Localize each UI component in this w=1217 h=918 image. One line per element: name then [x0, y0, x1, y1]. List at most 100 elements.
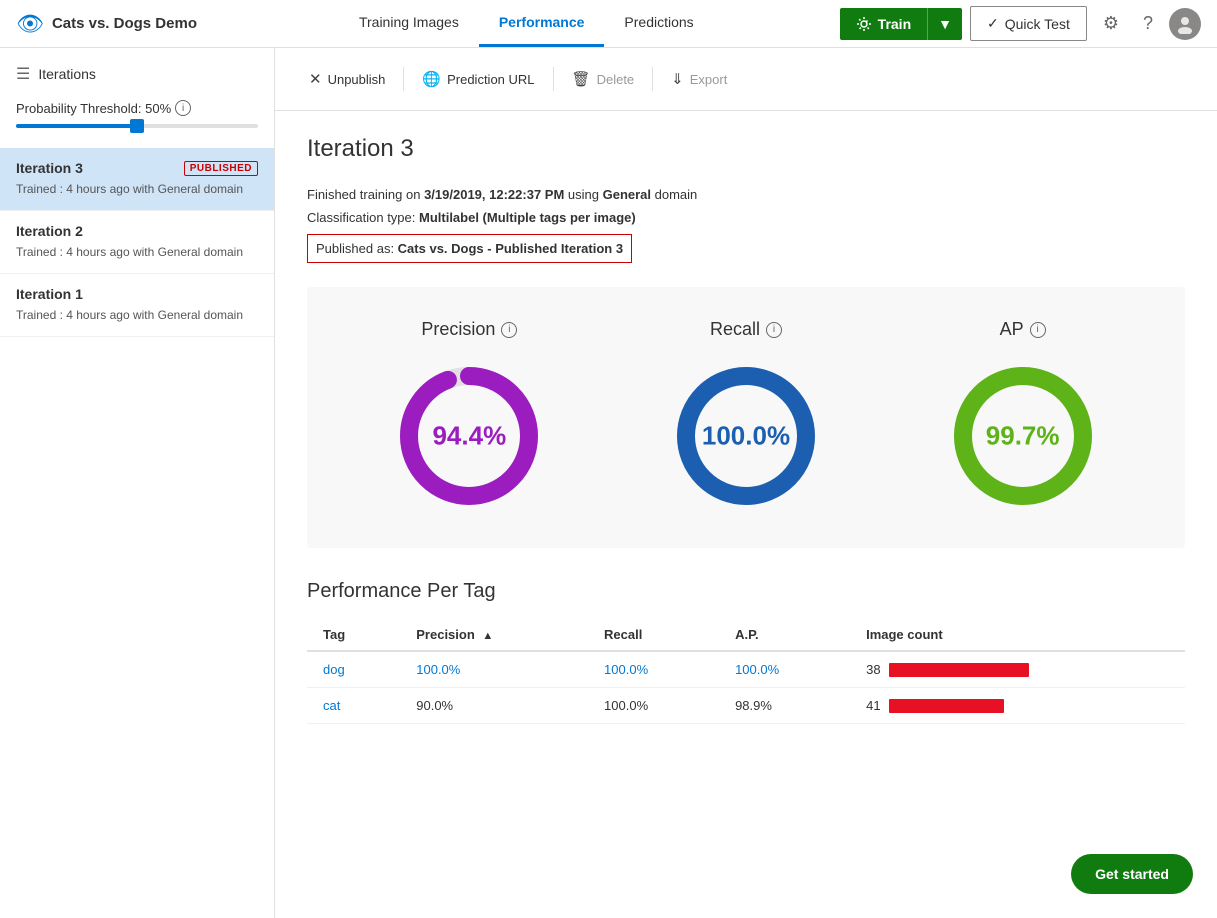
precision-value: 94.4% — [432, 421, 506, 452]
toolbar-divider-1 — [403, 67, 404, 91]
iteration-3-detail: Trained : 4 hours ago with General domai… — [16, 180, 258, 198]
col-ap: A.P. — [719, 619, 850, 651]
slider-thumb[interactable] — [130, 119, 144, 133]
iteration-item-2[interactable]: Iteration 2 Trained : 4 hours ago with G… — [0, 211, 274, 274]
precision-donut: 94.4% — [389, 356, 549, 516]
slider-fill — [16, 124, 137, 128]
metric-ap: AP i 99.7% — [943, 319, 1103, 516]
iterations-label: Iterations — [38, 66, 96, 82]
avatar[interactable] — [1169, 8, 1201, 40]
help-button[interactable]: ? — [1135, 9, 1161, 38]
count-dog-cell: 38 — [866, 662, 1169, 677]
settings-icon — [856, 16, 872, 32]
ap-dog: 100.0% — [719, 651, 850, 688]
iteration-meta: Finished training on 3/19/2019, 12:22:37… — [307, 183, 1185, 263]
count-cat-cell: 41 — [866, 698, 1169, 713]
iteration-2-name: Iteration 2 — [16, 223, 83, 239]
iteration-2-detail: Trained : 4 hours ago with General domai… — [16, 243, 258, 261]
slider-track — [16, 124, 258, 128]
col-precision[interactable]: Precision ▲ — [400, 619, 588, 651]
meta-line-1: Finished training on 3/19/2019, 12:22:37… — [307, 183, 1185, 206]
probability-section: Probability Threshold: 50% i — [0, 92, 274, 148]
iteration-3-header: Iteration 3 PUBLISHED — [16, 160, 258, 176]
app-header: 👁 Cats vs. Dogs Demo Training Images Per… — [0, 0, 1217, 48]
metric-recall: Recall i 100.0% — [666, 319, 826, 516]
iteration-3-name: Iteration 3 — [16, 160, 83, 176]
nav-tabs: Training Images Performance Predictions — [229, 0, 824, 47]
tag-cat: cat — [307, 688, 400, 724]
tag-dog-link[interactable]: dog — [323, 662, 345, 677]
recall-label: Recall i — [710, 319, 782, 340]
tag-dog: dog — [307, 651, 400, 688]
iteration-item-1[interactable]: Iteration 1 Trained : 4 hours ago with G… — [0, 274, 274, 337]
precision-label: Precision i — [421, 319, 517, 340]
logo-area: 👁 Cats vs. Dogs Demo — [16, 11, 197, 37]
iteration-1-name: Iteration 1 — [16, 286, 83, 302]
toolbar-divider-3 — [652, 67, 653, 91]
content-area: Iteration 3 Finished training on 3/19/20… — [275, 111, 1217, 918]
probability-info-icon[interactable]: i — [175, 100, 191, 116]
iteration-2-header: Iteration 2 — [16, 223, 258, 239]
train-button-main[interactable]: Train — [840, 8, 927, 40]
section-title-perf-per-tag: Performance Per Tag — [307, 580, 1185, 603]
prediction-url-button[interactable]: 🌐 Prediction URL — [412, 64, 544, 94]
ap-info-icon[interactable]: i — [1030, 322, 1046, 338]
ap-label: AP i — [1000, 319, 1046, 340]
col-image-count: Image count — [850, 619, 1185, 651]
quick-test-button[interactable]: ✓ Quick Test — [970, 6, 1087, 41]
delete-button[interactable]: 🗑 Delete — [562, 64, 645, 94]
export-button[interactable]: ⇓ Export — [661, 64, 737, 94]
precision-info-icon[interactable]: i — [501, 322, 517, 338]
trash-icon: 🗑 — [572, 70, 591, 88]
iteration-1-detail: Trained : 4 hours ago with General domai… — [16, 306, 258, 324]
iteration-item-3[interactable]: Iteration 3 PUBLISHED Trained : 4 hours … — [0, 148, 274, 211]
recall-info-icon[interactable]: i — [766, 322, 782, 338]
metrics-card: Precision i 94.4% Recall — [307, 287, 1185, 548]
checkmark-icon: ✓ — [987, 15, 999, 32]
count-cat: 41 — [850, 688, 1185, 724]
unpublish-button[interactable]: ✕ Unpublish — [299, 64, 395, 94]
recall-donut: 100.0% — [666, 356, 826, 516]
published-info-box: Published as: Cats vs. Dogs - Published … — [307, 230, 1185, 263]
table-header-row: Tag Precision ▲ Recall A.P. Image count — [307, 619, 1185, 651]
sort-icon: ▲ — [482, 630, 493, 642]
get-started-button[interactable]: Get started — [1071, 854, 1193, 894]
header-actions: Train ▼ ✓ Quick Test ⚙ ? — [840, 6, 1201, 41]
sidebar: ☰ Iterations Probability Threshold: 50% … — [0, 48, 275, 918]
main-layout: ☰ Iterations Probability Threshold: 50% … — [0, 48, 1217, 918]
close-icon: ✕ — [309, 70, 322, 88]
settings-button[interactable]: ⚙ — [1095, 9, 1127, 38]
published-info-text: Published as: Cats vs. Dogs - Published … — [307, 234, 632, 263]
count-dog: 38 — [850, 651, 1185, 688]
train-label: Train — [878, 16, 911, 32]
sidebar-header: ☰ Iterations — [0, 48, 274, 92]
tab-performance[interactable]: Performance — [479, 0, 605, 47]
probability-slider[interactable] — [16, 124, 258, 128]
main-content: ✕ Unpublish 🌐 Prediction URL 🗑 Delete ⇓ … — [275, 48, 1217, 918]
tab-predictions[interactable]: Predictions — [604, 0, 713, 47]
tag-cat-link[interactable]: cat — [323, 698, 340, 713]
published-badge: PUBLISHED — [184, 161, 258, 176]
ap-cat: 98.9% — [719, 688, 850, 724]
app-title: Cats vs. Dogs Demo — [52, 15, 197, 32]
export-icon: ⇓ — [671, 70, 684, 88]
table-row-dog: dog 100.0% 100.0% 100.0% 38 — [307, 651, 1185, 688]
quick-test-label: Quick Test — [1005, 16, 1070, 32]
toolbar: ✕ Unpublish 🌐 Prediction URL 🗑 Delete ⇓ … — [275, 48, 1217, 111]
tab-training-images[interactable]: Training Images — [339, 0, 479, 47]
dog-bar — [889, 663, 1029, 677]
iteration-title: Iteration 3 — [307, 135, 1185, 163]
train-button[interactable]: Train ▼ — [840, 8, 962, 40]
app-logo-icon: 👁 — [16, 11, 44, 37]
iteration-list: Iteration 3 PUBLISHED Trained : 4 hours … — [0, 148, 274, 918]
recall-value: 100.0% — [702, 421, 790, 452]
meta-line-2: Classification type: Multilabel (Multipl… — [307, 206, 1185, 229]
ap-donut: 99.7% — [943, 356, 1103, 516]
precision-cat: 90.0% — [400, 688, 588, 724]
iteration-1-header: Iteration 1 — [16, 286, 258, 302]
recall-dog: 100.0% — [588, 651, 719, 688]
probability-label: Probability Threshold: 50% i — [16, 100, 258, 116]
performance-table: Tag Precision ▲ Recall A.P. Image count … — [307, 619, 1185, 724]
globe-icon: 🌐 — [422, 70, 441, 88]
train-dropdown-arrow[interactable]: ▼ — [927, 8, 962, 40]
